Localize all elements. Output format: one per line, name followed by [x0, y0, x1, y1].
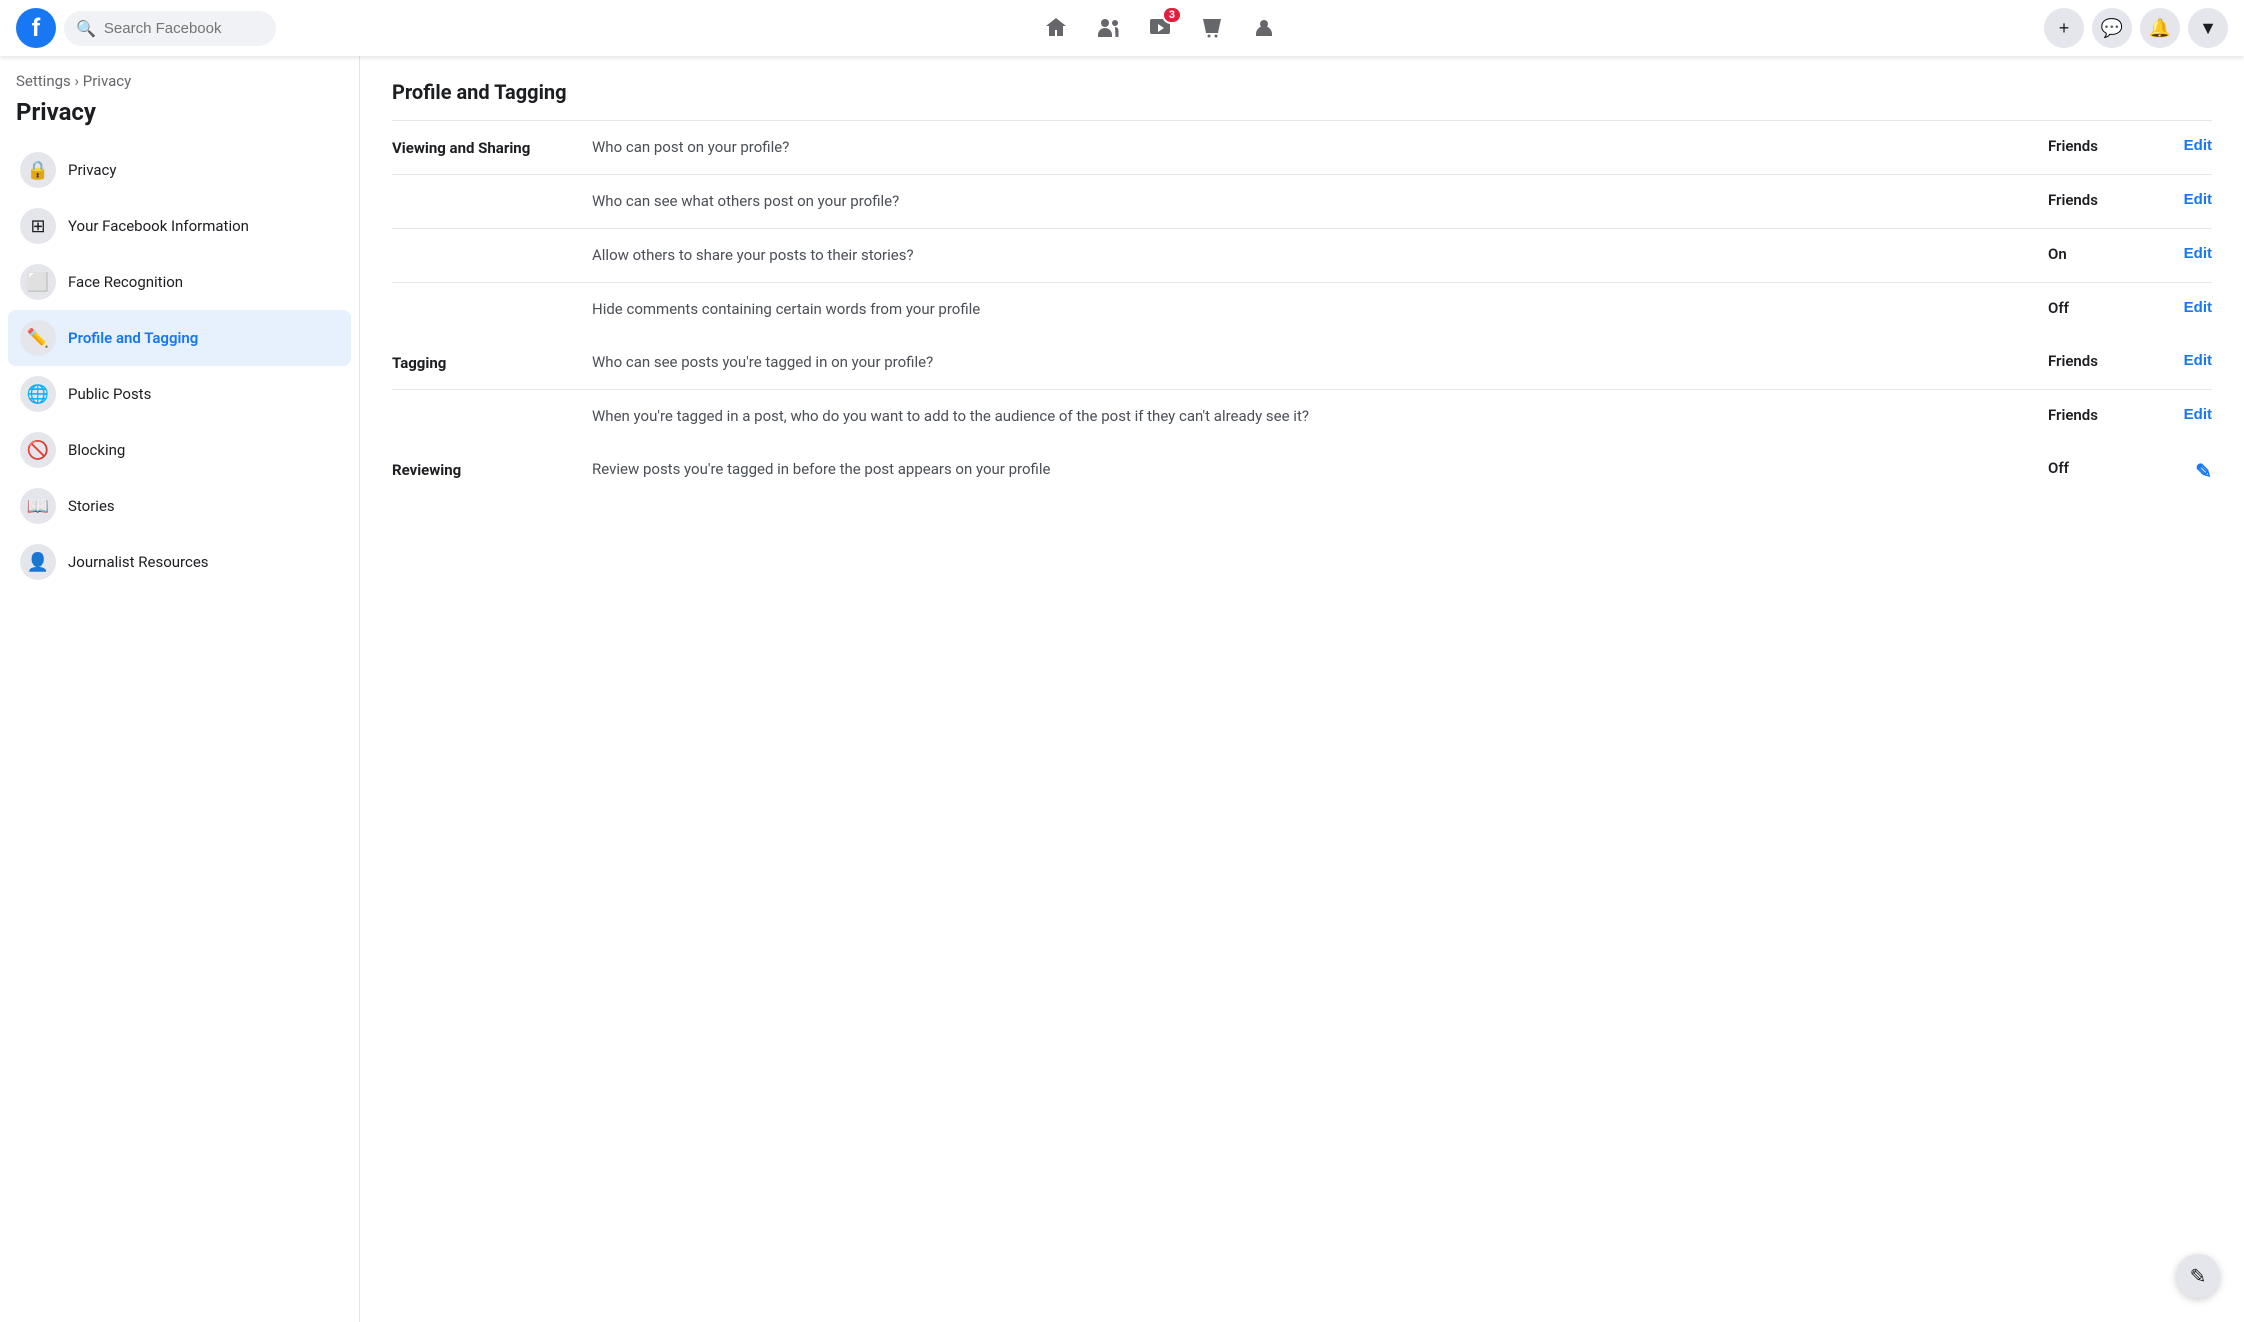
sidebar-item-label: Blocking	[68, 441, 125, 459]
sidebar-item-icon: 🌐	[20, 376, 56, 412]
edit-button[interactable]: Edit	[2152, 406, 2212, 423]
sidebar-item-journalist-resources[interactable]: 👤 Journalist Resources	[8, 534, 351, 590]
section-label-empty	[392, 191, 592, 193]
sidebar-item-blocking[interactable]: 🚫 Blocking	[8, 422, 351, 478]
section-label: Reviewing	[392, 459, 592, 479]
settings-row: Hide comments containing certain words f…	[392, 283, 2212, 336]
setting-value: Off	[2032, 459, 2152, 477]
friends-nav-button[interactable]	[1084, 4, 1132, 52]
setting-question: Hide comments containing certain words f…	[592, 299, 2032, 320]
setting-question: Who can see what others post on your pro…	[592, 191, 2032, 212]
sidebar-item-profile-tagging[interactable]: ✏️ Profile and Tagging	[8, 310, 351, 366]
page-layout: Settings › Privacy Privacy 🔒 Privacy ⊞ Y…	[0, 56, 2244, 1322]
section-label: Tagging	[392, 352, 592, 372]
sidebar-item-privacy[interactable]: 🔒 Privacy	[8, 142, 351, 198]
breadcrumb: Settings › Privacy	[8, 72, 351, 94]
settings-section-1: Tagging Who can see posts you're tagged …	[392, 336, 2212, 443]
sidebar-title: Privacy	[8, 94, 351, 142]
section-label-empty	[392, 299, 592, 301]
section-label: Viewing and Sharing	[392, 137, 592, 157]
edit-button[interactable]: Edit	[2152, 352, 2212, 369]
home-nav-button[interactable]	[1032, 4, 1080, 52]
setting-value: Off	[2032, 299, 2152, 317]
sidebar-item-icon: ✏️	[20, 320, 56, 356]
settings-row: When you're tagged in a post, who do you…	[392, 390, 2212, 443]
add-button[interactable]: +	[2044, 8, 2084, 48]
sidebar-item-label: Public Posts	[68, 385, 151, 403]
search-input[interactable]	[104, 20, 264, 37]
setting-value: Friends	[2032, 191, 2152, 209]
setting-value: Friends	[2032, 137, 2152, 155]
sidebar-item-stories[interactable]: 📖 Stories	[8, 478, 351, 534]
setting-value: Friends	[2032, 406, 2152, 424]
edit-button[interactable]: Edit	[2152, 191, 2212, 208]
floating-edit-button[interactable]: ✎	[2176, 1254, 2220, 1298]
main-content: Profile and Tagging Viewing and Sharing …	[360, 56, 2244, 1322]
settings-row: Reviewing Review posts you're tagged in …	[392, 443, 2212, 500]
setting-question: When you're tagged in a post, who do you…	[592, 406, 2032, 427]
sidebar-item-public-posts[interactable]: 🌐 Public Posts	[8, 366, 351, 422]
section-label-empty	[392, 406, 592, 408]
account-menu-button[interactable]: ▼	[2188, 8, 2228, 48]
settings-row: Who can see what others post on your pro…	[392, 175, 2212, 229]
sidebar-item-label: Privacy	[68, 161, 116, 179]
settings-row: Allow others to share your posts to thei…	[392, 229, 2212, 283]
settings-row: Tagging Who can see posts you're tagged …	[392, 336, 2212, 390]
watch-nav-button[interactable]: 3	[1136, 4, 1184, 52]
sidebar-item-face-recognition[interactable]: ⬜ Face Recognition	[8, 254, 351, 310]
page-title: Profile and Tagging	[392, 80, 2212, 104]
sidebar-item-label: Face Recognition	[68, 273, 183, 291]
sidebar-item-icon: 🔒	[20, 152, 56, 188]
sidebar-item-label: Your Facebook Information	[68, 217, 249, 235]
edit-button[interactable]: Edit	[2152, 245, 2212, 262]
watch-badge: 3	[1162, 6, 1182, 24]
sidebar-item-label: Profile and Tagging	[68, 329, 198, 347]
breadcrumb-parent-link[interactable]: Settings	[16, 72, 71, 90]
facebook-logo[interactable]: f	[16, 8, 56, 48]
top-navigation: f 🔍 3 + 💬 🔔 ▼	[0, 0, 2244, 56]
setting-question: Allow others to share your posts to thei…	[592, 245, 2032, 266]
sidebar-item-facebook-info[interactable]: ⊞ Your Facebook Information	[8, 198, 351, 254]
setting-question: Review posts you're tagged in before the…	[592, 459, 2032, 480]
edit-button[interactable]: Edit	[2152, 137, 2212, 154]
messenger-button[interactable]: 💬	[2092, 8, 2132, 48]
settings-row: Viewing and Sharing Who can post on your…	[392, 121, 2212, 175]
sidebar-items: 🔒 Privacy ⊞ Your Facebook Information ⬜ …	[8, 142, 351, 590]
sidebar-item-label: Journalist Resources	[68, 553, 209, 571]
sidebar-item-icon: ⊞	[20, 208, 56, 244]
sidebar-item-icon: ⬜	[20, 264, 56, 300]
search-icon: 🔍	[76, 19, 96, 38]
groups-nav-button[interactable]	[1240, 4, 1288, 52]
nav-center: 3	[276, 4, 2044, 52]
sidebar-item-label: Stories	[68, 497, 115, 515]
marketplace-nav-button[interactable]	[1188, 4, 1236, 52]
settings-section-2: Reviewing Review posts you're tagged in …	[392, 443, 2212, 500]
edit-button[interactable]: ✎	[2152, 459, 2212, 484]
sidebar-item-icon: 👤	[20, 544, 56, 580]
nav-left: f 🔍	[16, 8, 276, 48]
edit-button[interactable]: Edit	[2152, 299, 2212, 316]
setting-question: Who can see posts you're tagged in on yo…	[592, 352, 2032, 373]
nav-right: + 💬 🔔 ▼	[2044, 8, 2228, 48]
settings-sections: Viewing and Sharing Who can post on your…	[392, 121, 2212, 500]
setting-value: On	[2032, 245, 2152, 263]
search-box[interactable]: 🔍	[64, 11, 276, 46]
breadcrumb-separator: ›	[75, 72, 83, 90]
sidebar-item-icon: 🚫	[20, 432, 56, 468]
settings-section-0: Viewing and Sharing Who can post on your…	[392, 121, 2212, 336]
sidebar-item-icon: 📖	[20, 488, 56, 524]
setting-value: Friends	[2032, 352, 2152, 370]
setting-question: Who can post on your profile?	[592, 137, 2032, 158]
breadcrumb-current: Privacy	[83, 72, 131, 90]
section-label-empty	[392, 245, 592, 247]
notifications-button[interactable]: 🔔	[2140, 8, 2180, 48]
sidebar: Settings › Privacy Privacy 🔒 Privacy ⊞ Y…	[0, 56, 360, 1322]
